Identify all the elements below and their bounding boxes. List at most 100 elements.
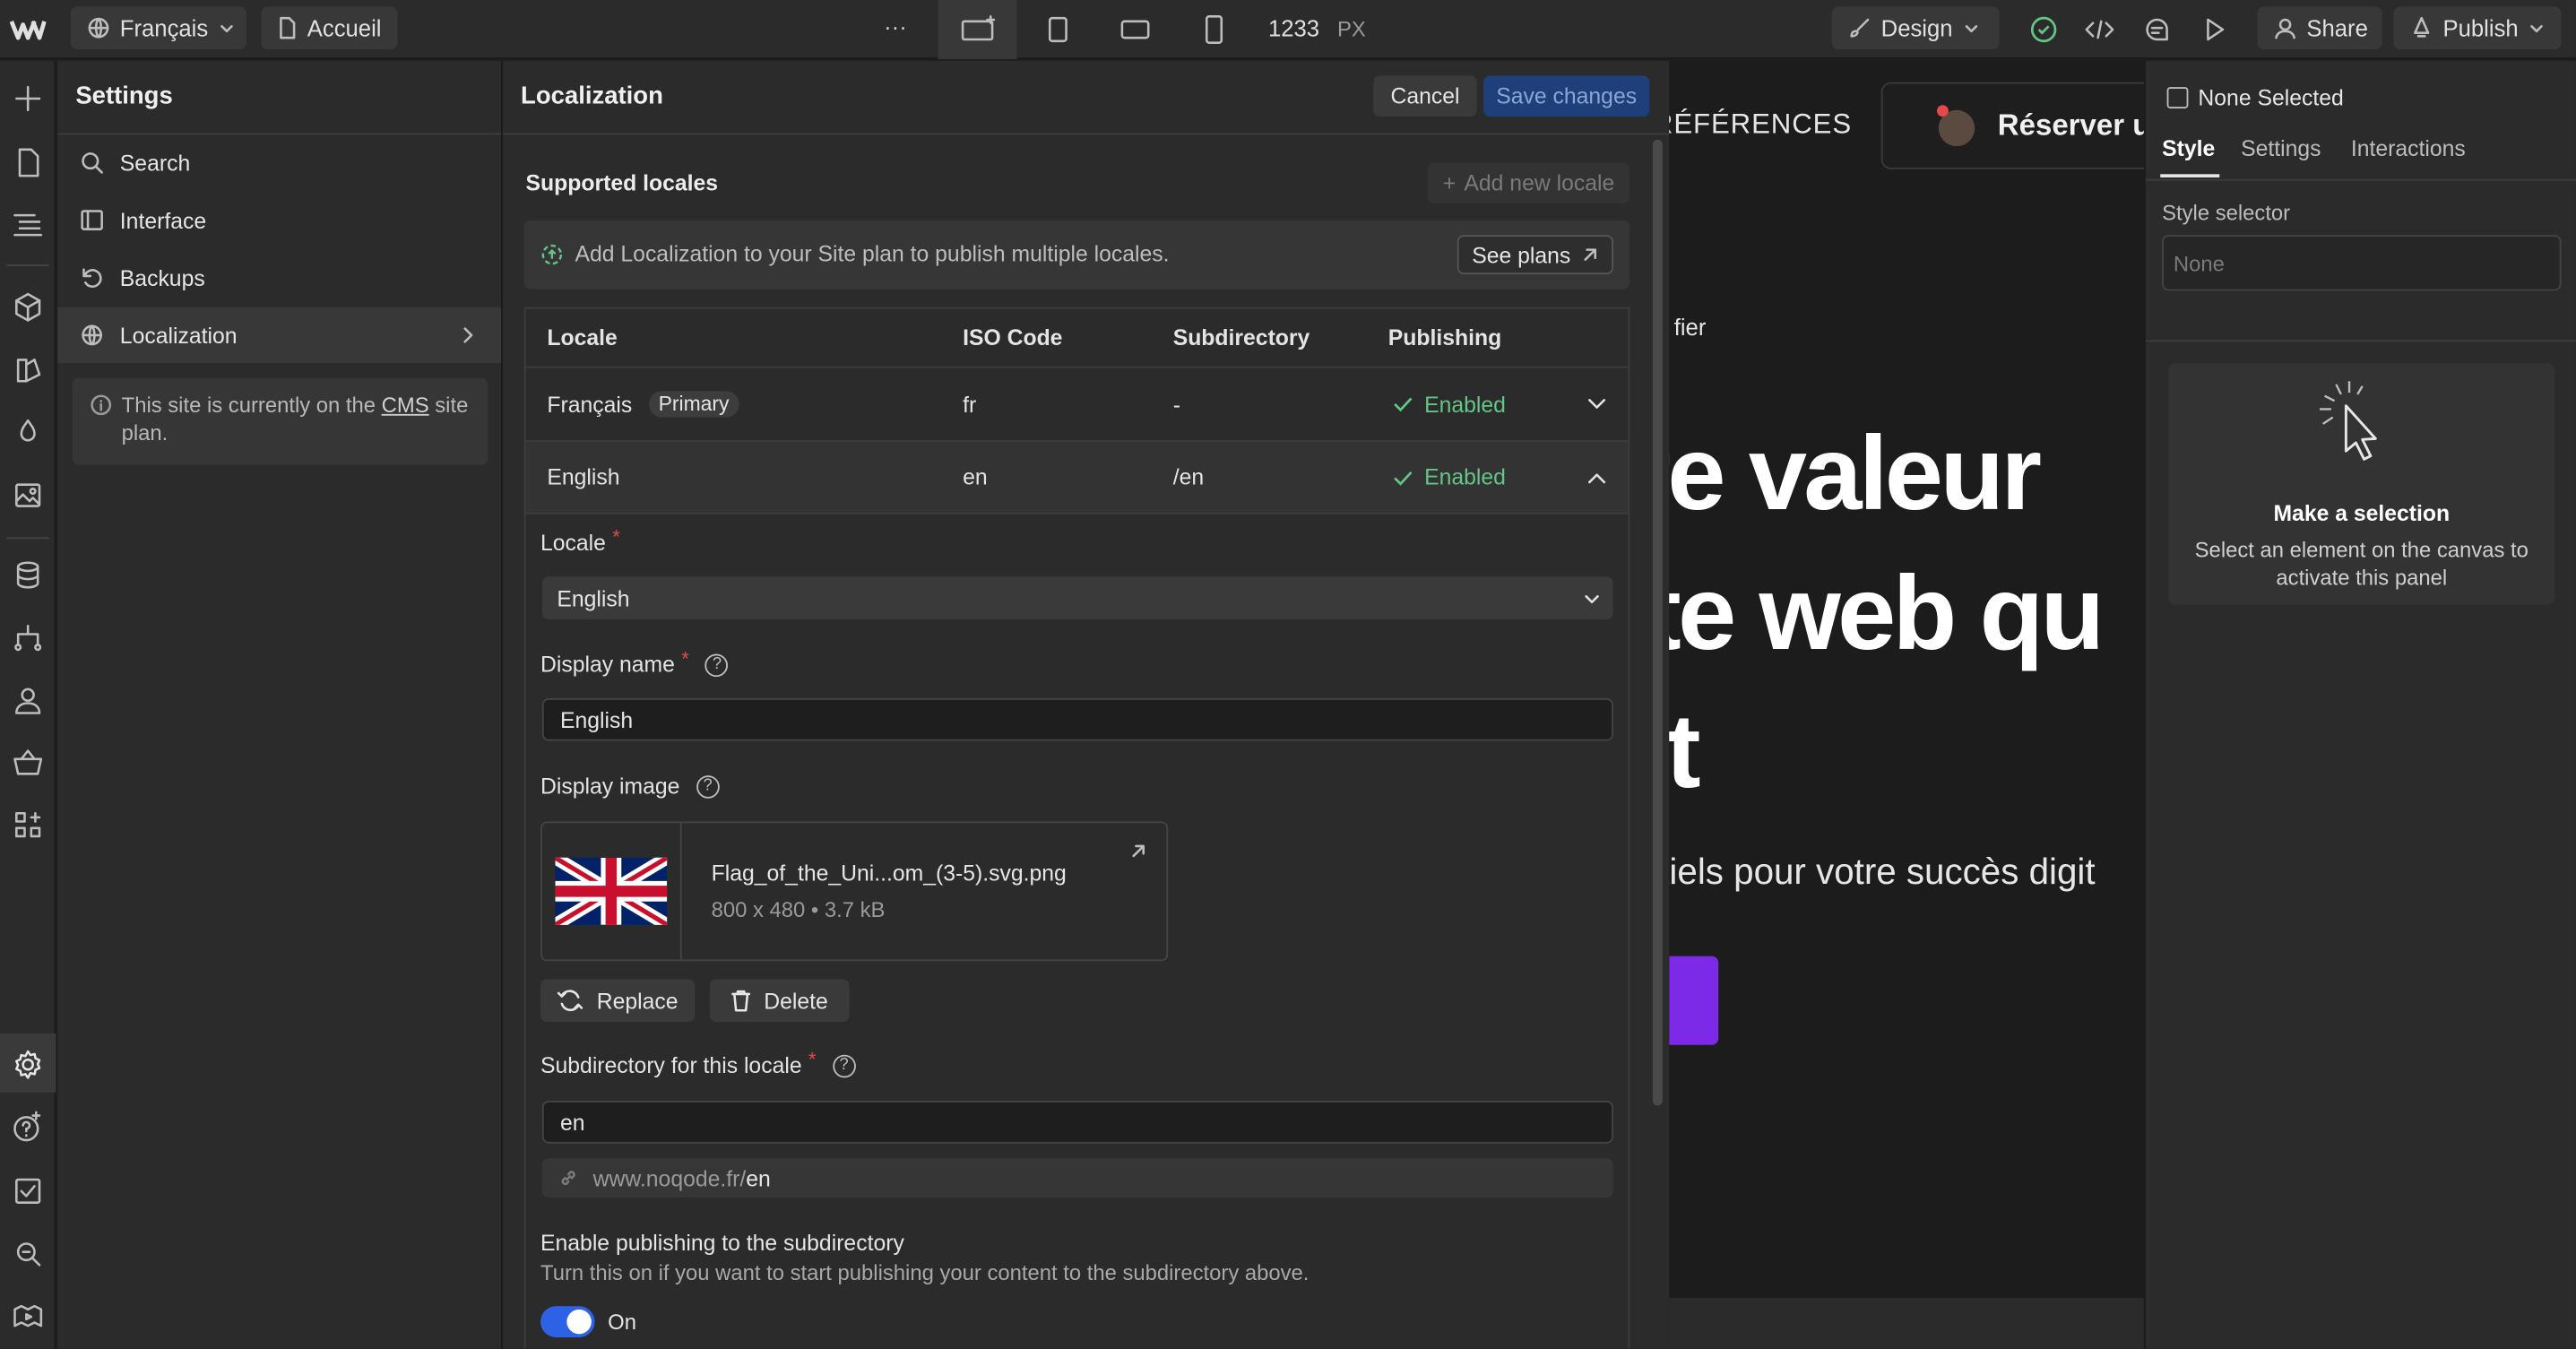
style-selector-input[interactable]: None (2162, 235, 2562, 291)
publishing-status: Enabled (1393, 368, 1506, 441)
share-button[interactable]: Share (2257, 6, 2382, 49)
ecommerce-basket-icon[interactable] (8, 742, 48, 782)
settings-nav-localization[interactable]: Localization (57, 307, 502, 364)
tablet-breakpoint-icon[interactable] (1038, 10, 1077, 49)
trash-icon (731, 989, 751, 1012)
canvas-cta-card[interactable]: Réserver u (1880, 82, 2144, 169)
tab-settings[interactable]: Settings (2241, 136, 2321, 160)
display-name-input[interactable]: English (541, 697, 1613, 741)
column-header-publishing: Publishing (1387, 324, 1502, 350)
subdirectory-input[interactable]: en (541, 1101, 1613, 1144)
design-canvas[interactable]: RÉFÉRENCES Réserver u fier re valeur te … (1669, 60, 2144, 1298)
canvas-bottom-bar (1669, 1297, 2144, 1349)
display-image-card[interactable]: Flag_of_the_Uni...om_(3-5).svg.png 800 x… (540, 821, 1169, 962)
locale-select[interactable]: English (541, 576, 1613, 620)
plan-info-prefix: This site is currently on the (121, 393, 382, 418)
cancel-button[interactable]: Cancel (1373, 75, 1477, 117)
canvas-nav-link[interactable]: RÉFÉRENCES (1669, 108, 1852, 142)
tab-style[interactable]: Style (2162, 136, 2215, 160)
search-icon[interactable] (8, 1234, 48, 1274)
help-question-icon[interactable]: ? (832, 1053, 856, 1077)
table-row-english[interactable]: English en /en Enabled (525, 442, 1629, 515)
active-tab-underline (2160, 174, 2220, 177)
image-filename: Flag_of_the_Uni...om_(3-5).svg.png (711, 860, 1067, 886)
iso-code-cell: en (963, 464, 988, 490)
preview-play-icon[interactable] (2195, 10, 2235, 49)
canvas-width-value[interactable]: 1233 (1268, 14, 1319, 40)
save-changes-button[interactable]: Save changes (1483, 75, 1650, 117)
variables-icon[interactable] (8, 350, 48, 389)
desktop-star-icon (959, 14, 998, 44)
column-header-iso: ISO Code (963, 324, 1063, 350)
globe-icon (87, 16, 110, 39)
divider (2145, 340, 2576, 342)
help-question-icon[interactable]: ? (705, 653, 729, 677)
url-suffix: en (746, 1165, 771, 1190)
external-arrow-icon (1582, 246, 1598, 263)
canvas-purple-button[interactable] (1669, 956, 1719, 1045)
mobile-portrait-breakpoint-icon[interactable] (1195, 10, 1234, 49)
help-sparkle-icon[interactable] (8, 1107, 48, 1146)
users-icon[interactable] (8, 680, 48, 720)
replace-image-button[interactable]: Replace (540, 979, 696, 1023)
publish-toggle[interactable] (540, 1306, 595, 1337)
settings-rail-item[interactable] (0, 1033, 56, 1093)
empty-selection-description: Select an element on the canvas to activ… (2194, 537, 2528, 591)
logic-icon[interactable] (8, 618, 48, 657)
open-image-arrow-icon[interactable] (1130, 843, 1146, 859)
delete-label: Delete (764, 988, 828, 1013)
localization-panel: Localization Cancel Save changes Support… (502, 60, 1670, 1349)
desktop-breakpoint-button[interactable] (938, 0, 1017, 59)
language-switcher[interactable]: Français (70, 6, 246, 49)
publish-button[interactable]: Publish (2393, 6, 2562, 49)
collapse-row-chevron-up-icon[interactable] (1587, 442, 1607, 513)
comments-icon[interactable] (2138, 10, 2177, 49)
delete-image-button[interactable]: Delete (709, 979, 850, 1023)
settings-nav-backups[interactable]: Backups (57, 250, 501, 306)
brush-icon (1848, 16, 1871, 39)
empty-selection-title: Make a selection (2273, 501, 2451, 526)
design-mode-button[interactable]: Design (1831, 6, 2000, 49)
mobile-landscape-breakpoint-icon[interactable] (1116, 10, 1155, 49)
components-icon[interactable] (8, 288, 48, 327)
more-menu-button[interactable]: ··· (884, 13, 907, 39)
page-switcher[interactable]: Accueil (261, 6, 398, 49)
settings-nav-interface[interactable]: Interface (57, 192, 501, 247)
see-plans-button[interactable]: See plans (1457, 235, 1613, 275)
rail-divider (6, 264, 49, 266)
settings-nav-label: Interface (119, 207, 207, 233)
audit-checkbox-icon[interactable] (8, 1172, 48, 1211)
video-tutorials-icon[interactable] (8, 1296, 48, 1336)
add-new-locale-button[interactable]: + Add new locale (1427, 162, 1630, 204)
publishing-label: Enabled (1424, 464, 1506, 490)
subdirectory-url-preview: www.noqode.fr/en (541, 1158, 1613, 1198)
notification-dot (1936, 105, 1949, 117)
webflow-logo-icon[interactable] (9, 14, 47, 44)
canvas-headline-line-2: te web qu (1669, 553, 2105, 672)
navigator-icon[interactable] (8, 205, 48, 245)
table-row-francais[interactable]: Français Primary fr - Enabled (525, 368, 1629, 443)
panel-scrollbar[interactable] (1652, 139, 1663, 1106)
canvas-cta-text: Réserver u (1997, 108, 2144, 142)
language-label: Français (119, 14, 209, 41)
help-question-icon[interactable]: ? (696, 774, 720, 798)
pages-icon[interactable] (8, 143, 48, 182)
assets-icon[interactable] (8, 475, 48, 515)
locale-name: English (547, 464, 620, 490)
style-selector-label: Style selector (2162, 200, 2291, 226)
cms-plan-link[interactable]: CMS (382, 393, 429, 417)
subdirectory-cell: - (1172, 392, 1180, 417)
divider (502, 133, 1670, 135)
apps-icon[interactable] (8, 805, 48, 844)
cms-icon[interactable] (8, 556, 48, 595)
selection-checkbox-icon[interactable] (2166, 87, 2189, 108)
code-icon[interactable] (2079, 10, 2119, 49)
display-name-label-text: Display name (540, 652, 675, 678)
plus-icon: + (1442, 170, 1457, 196)
settings-nav-search[interactable]: Search (57, 134, 501, 190)
add-element-icon[interactable] (8, 79, 48, 118)
styles-drops-icon[interactable] (8, 412, 48, 452)
expand-row-chevron-down-icon[interactable] (1587, 368, 1607, 441)
status-check-icon[interactable] (2024, 10, 2063, 49)
tab-interactions[interactable]: Interactions (2351, 136, 2466, 160)
